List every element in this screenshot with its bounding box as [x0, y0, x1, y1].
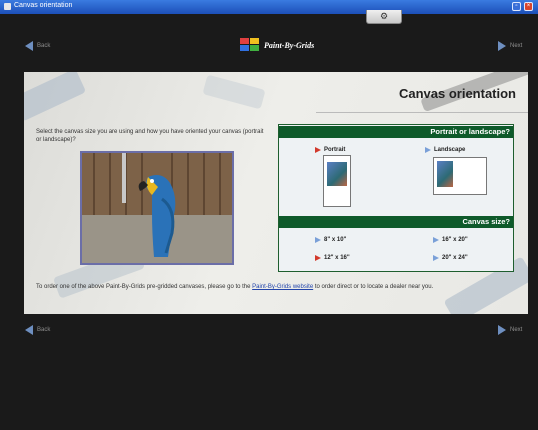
logo-mark-icon	[240, 38, 260, 52]
parrot-photo	[80, 151, 234, 265]
content-panel: Canvas orientation Select the canvas siz…	[24, 72, 528, 314]
back-button-bottom[interactable]: Back	[25, 325, 50, 335]
close-window-button[interactable]: ×	[524, 2, 533, 11]
option-arrow-icon	[433, 255, 439, 261]
next-button-top[interactable]: Next	[498, 41, 522, 51]
next-label: Next	[510, 327, 523, 333]
back-arrow-icon	[25, 325, 33, 335]
app-icon	[4, 3, 11, 10]
back-label: Back	[37, 327, 51, 333]
gear-icon: ⚙	[379, 11, 389, 21]
intro-text: Select the canvas size you are using and…	[36, 129, 264, 143]
selected-arrow-icon	[315, 255, 321, 261]
landscape-label: Landscape	[434, 147, 466, 153]
portrait-thumbnail[interactable]	[323, 155, 351, 207]
size-label: 20" x 24"	[442, 255, 468, 261]
website-link[interactable]: Paint-By-Grids website	[252, 284, 313, 290]
title-divider	[316, 112, 528, 113]
size-label: 8" x 10"	[324, 237, 347, 243]
back-arrow-icon	[25, 41, 33, 51]
window-title: Canvas orientation	[14, 2, 73, 9]
size-option-8x10[interactable]: 8" x 10"	[315, 237, 346, 243]
orientation-heading: Portrait or landscape?	[279, 126, 513, 138]
portrait-option[interactable]: Portrait	[315, 147, 345, 153]
next-label: Next	[510, 43, 523, 49]
next-arrow-icon	[498, 325, 506, 335]
next-button-bottom[interactable]: Next	[498, 325, 522, 335]
order-text: To order one of the above Paint-By-Grids…	[36, 284, 433, 290]
window-titlebar: Canvas orientation ▫ ×	[0, 0, 538, 14]
order-text-after: to order direct or to locate a dealer ne…	[313, 284, 434, 290]
size-label: 16" x 20"	[442, 237, 468, 243]
size-option-16x20[interactable]: 16" x 20"	[433, 237, 468, 243]
restore-window-button[interactable]: ▫	[512, 2, 521, 11]
landscape-thumbnail[interactable]	[433, 157, 487, 195]
selection-box: Portrait or landscape? Portrait Landscap…	[278, 124, 514, 272]
portrait-label: Portrait	[324, 147, 346, 153]
option-arrow-icon	[425, 147, 431, 153]
size-label: 12" x 16"	[324, 255, 350, 261]
selected-arrow-icon	[315, 147, 321, 153]
order-text-before: To order one of the above Paint-By-Grids…	[36, 284, 253, 290]
option-arrow-icon	[315, 237, 321, 243]
option-arrow-icon	[433, 237, 439, 243]
back-button-top[interactable]: Back	[25, 41, 50, 51]
brand-logo: Paint-By-Grids	[240, 38, 314, 52]
back-label: Back	[37, 43, 51, 49]
size-option-12x16[interactable]: 12" x 16"	[315, 255, 350, 261]
size-option-20x24[interactable]: 20" x 24"	[433, 255, 468, 261]
page-title: Canvas orientation	[398, 86, 516, 101]
landscape-option[interactable]: Landscape	[425, 147, 465, 153]
next-arrow-icon	[498, 41, 506, 51]
canvas-size-heading: Canvas size?	[279, 216, 513, 228]
logo-text: Paint-By-Grids	[264, 40, 315, 50]
settings-tab[interactable]: ⚙	[366, 10, 402, 24]
